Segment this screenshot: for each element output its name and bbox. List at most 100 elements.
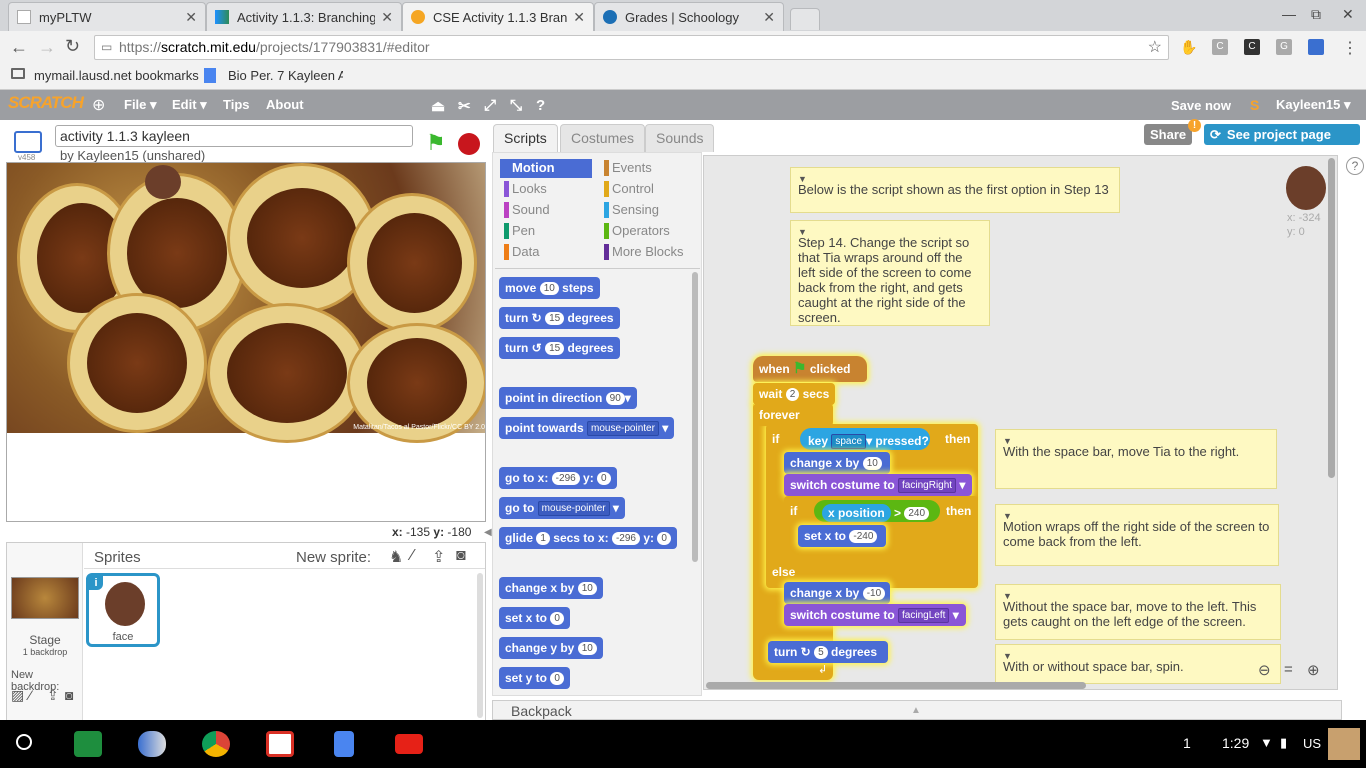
- expand-icon[interactable]: ▲: [911, 701, 921, 721]
- share-button[interactable]: Share: [1144, 124, 1193, 145]
- stop-icon[interactable]: [458, 133, 480, 155]
- zoom-in-icon[interactable]: ⊕: [1307, 661, 1320, 679]
- change-y-block[interactable]: change y by 10: [499, 637, 603, 659]
- comment-note[interactable]: ▼ Step 14. Change the script so that Tia …: [790, 220, 990, 326]
- menu-file[interactable]: File ▾: [124, 97, 157, 113]
- scratch-logo[interactable]: SCRATCH: [8, 93, 84, 113]
- save-now-button[interactable]: Save now: [1171, 98, 1231, 113]
- extension-icon[interactable]: G: [1276, 39, 1292, 55]
- category-looks[interactable]: Looks: [504, 180, 547, 198]
- stage-canvas[interactable]: Matalitan/Tacos al Pastor/Flickr/CC BY 2…: [6, 162, 486, 522]
- greater-than-block[interactable]: x position > 240: [814, 500, 940, 522]
- menu-about[interactable]: About: [266, 97, 304, 112]
- shrink-icon[interactable]: ⤡: [510, 97, 522, 114]
- turn-right-block[interactable]: turn ↻ 15 degrees: [499, 307, 620, 329]
- close-icon[interactable]: ✕: [573, 9, 585, 26]
- chrome-icon[interactable]: [202, 731, 230, 757]
- close-icon[interactable]: ✕: [185, 9, 197, 26]
- category-sound[interactable]: Sound: [504, 201, 550, 219]
- set-x-block[interactable]: set x to 0: [499, 607, 570, 629]
- cut-icon[interactable]: ✂: [458, 97, 471, 115]
- camera-icon[interactable]: ◙: [65, 687, 73, 703]
- stage-selector[interactable]: Stage 1 backdrop New backdrop: ▨ ⁄ ⇪ ◙: [7, 543, 83, 721]
- category-data[interactable]: Data: [504, 243, 539, 261]
- set-x-block[interactable]: set x to -240: [798, 525, 886, 547]
- extension-icon[interactable]: C: [1244, 39, 1260, 55]
- palette-scrollbar[interactable]: [692, 272, 698, 562]
- gmail-icon[interactable]: [266, 731, 294, 757]
- switch-costume-block[interactable]: switch costume to facingRight ▾: [784, 474, 972, 496]
- wifi-icon[interactable]: ▼: [1260, 735, 1273, 750]
- move-steps-block[interactable]: move 10 steps: [499, 277, 600, 299]
- battery-icon[interactable]: ▮: [1280, 735, 1287, 751]
- new-tab-button[interactable]: [790, 8, 820, 30]
- green-flag-icon[interactable]: ⚑: [426, 130, 446, 156]
- turn-left-block[interactable]: turn ↺ 15 degrees: [499, 337, 620, 359]
- category-pen[interactable]: Pen: [504, 222, 535, 240]
- turn-block[interactable]: turn ↻ 5 degrees: [768, 641, 888, 663]
- url-field[interactable]: ▭ https://scratch.mit.edu/projects/17790…: [94, 35, 1169, 60]
- grow-icon[interactable]: ⤢: [484, 97, 496, 114]
- category-motion[interactable]: Motion: [504, 159, 555, 177]
- collapse-stage-icon[interactable]: ◀: [484, 527, 492, 538]
- close-icon[interactable]: ✕: [381, 9, 393, 26]
- extension-icon[interactable]: [1308, 39, 1324, 55]
- script-area[interactable]: ▼ Below is the script shown as the first …: [703, 155, 1338, 690]
- change-x-block[interactable]: change x by -10: [784, 582, 890, 604]
- key-pressed-block[interactable]: key space ▾ pressed?: [800, 428, 930, 450]
- upload-icon[interactable]: ⇪: [47, 687, 59, 704]
- globe-icon[interactable]: ⊕: [92, 95, 105, 115]
- bookmark-link[interactable]: Bio Per. 7 Kayleen Ag: [228, 68, 343, 83]
- launcher-icon[interactable]: [16, 734, 32, 750]
- tab-activity-branching[interactable]: Activity 1.1.3: Branching ✕: [206, 2, 402, 31]
- notification-count[interactable]: 1: [1183, 735, 1191, 751]
- duplicate-icon[interactable]: ⏏: [431, 97, 445, 115]
- switch-costume-block[interactable]: switch costume to facingLeft ▾: [784, 604, 966, 626]
- paint-backdrop-icon[interactable]: ▨: [11, 687, 24, 704]
- maximize-icon[interactable]: ⧉: [1311, 6, 1321, 23]
- shield-app-icon[interactable]: [138, 731, 166, 757]
- zoom-out-icon[interactable]: ⊖: [1258, 661, 1271, 679]
- go-to-block[interactable]: go to mouse-pointer ▾: [499, 497, 625, 519]
- glide-block[interactable]: glide 1 secs to x: -296 y: 0: [499, 527, 677, 549]
- reload-icon[interactable]: ↻: [65, 36, 80, 57]
- forward-icon[interactable]: →: [38, 37, 56, 58]
- bookmark-star-icon[interactable]: ☆: [1148, 36, 1162, 59]
- youtube-icon[interactable]: [395, 734, 423, 754]
- docs-icon[interactable]: [334, 731, 354, 757]
- fullscreen-icon[interactable]: [14, 131, 42, 153]
- face-sprite-on-stage[interactable]: [145, 165, 181, 199]
- camera-icon[interactable]: ◙: [456, 547, 466, 565]
- comment-note[interactable]: ▼ With the space bar, move Tia to the rig…: [995, 429, 1277, 489]
- category-operators[interactable]: Operators: [604, 222, 670, 240]
- when-flag-clicked-block[interactable]: when ⚑ clicked: [753, 356, 867, 382]
- category-more-blocks[interactable]: More Blocks: [604, 243, 684, 261]
- close-icon[interactable]: ✕: [763, 9, 775, 26]
- project-title-input[interactable]: activity 1.1.3 kayleen: [55, 125, 413, 147]
- page-info-icon[interactable]: ▭: [101, 36, 112, 59]
- classroom-icon[interactable]: [74, 731, 102, 757]
- category-sensing[interactable]: Sensing: [604, 201, 659, 219]
- tab-mypltw[interactable]: myPLTW ✕: [8, 2, 206, 31]
- comment-note[interactable]: ▼ With or without space bar, spin.: [995, 644, 1281, 684]
- tab-cse-activity[interactable]: CSE Activity 1.1.3 Branch ✕: [402, 2, 594, 31]
- point-in-direction-block[interactable]: point in direction 90 ▾: [499, 387, 637, 409]
- change-x-block[interactable]: change x by 10: [784, 452, 890, 474]
- wait-block[interactable]: wait 2 secs: [753, 383, 835, 405]
- brush-icon[interactable]: ⁄: [29, 687, 31, 703]
- stage-thumbnail[interactable]: [11, 577, 79, 619]
- backpack-panel[interactable]: Backpack ▲: [492, 700, 1342, 720]
- clock[interactable]: 1:29: [1222, 735, 1249, 751]
- scrollbar[interactable]: [477, 573, 483, 718]
- go-to-xy-block[interactable]: go to x: -296 y: 0: [499, 467, 617, 489]
- vertical-scrollbar[interactable]: [1328, 158, 1335, 478]
- input-language[interactable]: US: [1303, 736, 1321, 751]
- point-towards-block[interactable]: point towards mouse-pointer ▾: [499, 417, 675, 439]
- horizontal-scrollbar[interactable]: [706, 682, 1086, 689]
- tab-scripts[interactable]: Scripts: [493, 124, 558, 152]
- set-y-block[interactable]: set y to 0: [499, 667, 570, 689]
- x-position-reporter[interactable]: x position: [822, 504, 891, 522]
- tab-sounds[interactable]: Sounds: [645, 124, 715, 152]
- comment-note[interactable]: ▼ Without the space bar, move to the left…: [995, 584, 1281, 640]
- upload-sprite-icon[interactable]: ⇪: [432, 547, 445, 567]
